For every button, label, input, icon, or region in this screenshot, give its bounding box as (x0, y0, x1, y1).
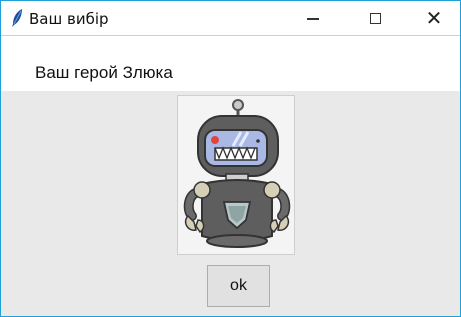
label-area: Ваш герой Злюка (1, 36, 460, 91)
hero-label: Ваш герой Злюка (35, 63, 173, 82)
dialog-window: Ваш вибір ✕ Ваш герой Злюка ok (0, 0, 461, 317)
robot-illustration (183, 99, 291, 248)
window-title: Ваш вибір (29, 10, 109, 28)
maximize-button[interactable] (352, 1, 398, 35)
close-button[interactable]: ✕ (411, 1, 457, 35)
robot-picture (177, 95, 295, 255)
minimize-icon (307, 18, 319, 20)
ok-button[interactable]: ok (207, 265, 270, 307)
title-bar[interactable]: Ваш вибір ✕ (1, 1, 460, 35)
feather-icon (12, 9, 22, 27)
minimize-button[interactable] (290, 1, 336, 35)
close-icon: ✕ (425, 6, 443, 30)
maximize-icon (369, 12, 381, 24)
